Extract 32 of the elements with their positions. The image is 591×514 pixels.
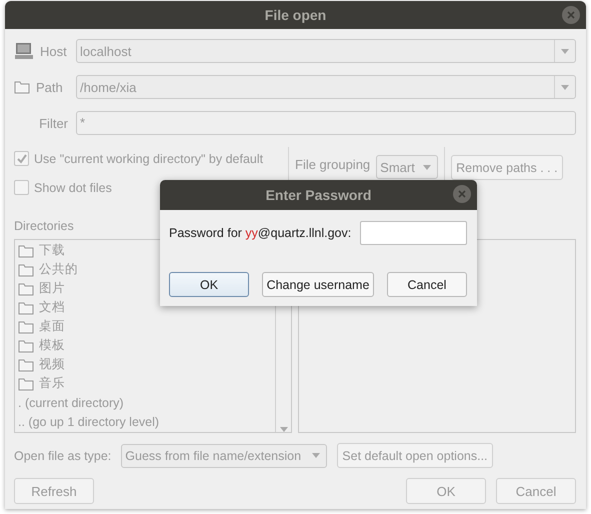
dialog-button[interactable]: Change username — [262, 272, 374, 297]
dropdown-arrow-icon — [561, 48, 569, 54]
dialog-button[interactable]: OK — [169, 272, 249, 297]
password-prompt: Password for yy@quartz.llnl.gov: — [169, 226, 352, 240]
dropdown-arrow-icon — [561, 84, 569, 90]
file-grouping-label: File grouping — [295, 156, 370, 172]
scroll-down-icon — [280, 427, 288, 432]
folder-icon — [18, 358, 34, 372]
folder-icon — [14, 80, 30, 94]
option-label: Show dot files — [34, 180, 112, 194]
filter-label: Filter — [39, 116, 68, 130]
dialog-button[interactable]: Cancel — [387, 272, 467, 297]
window-title: File open — [264, 7, 326, 23]
folder-icon — [18, 244, 34, 258]
folder-icon — [18, 376, 34, 390]
close-icon[interactable] — [562, 6, 580, 24]
folder-icon — [18, 300, 34, 314]
dropdown-arrow-icon — [312, 453, 320, 458]
folder-icon — [18, 320, 34, 334]
folder-icon — [18, 338, 34, 352]
path-label: Path — [36, 80, 63, 94]
computer-icon — [14, 41, 34, 61]
close-icon[interactable] — [453, 185, 471, 203]
directories-label: Directories — [14, 219, 74, 235]
host-label: Host — [40, 44, 67, 58]
folder-icon — [18, 282, 34, 296]
option-label: Use "current working directory" by default — [34, 152, 264, 166]
dialog-title: Enter Password — [266, 187, 372, 203]
dropdown-arrow-icon — [423, 164, 432, 170]
open-as-label: Open file as type: — [14, 448, 112, 462]
folder-icon — [18, 262, 34, 276]
password-field[interactable] — [360, 221, 467, 245]
